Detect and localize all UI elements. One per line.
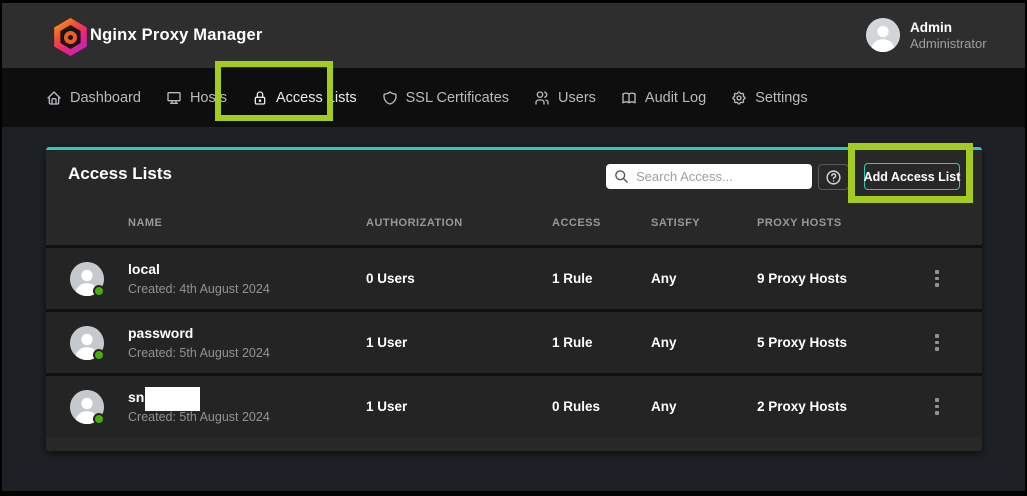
- shield-icon: [382, 90, 398, 106]
- add-access-list-button[interactable]: Add Access List: [864, 163, 960, 190]
- row-menu-kebab-icon[interactable]: [927, 266, 947, 291]
- nav-item-access-lists[interactable]: Access Lists: [252, 90, 357, 106]
- table-row[interactable]: local Created: 4th August 2024 0 Users 1…: [46, 245, 982, 309]
- access-list-created: Created: 5th August 2024: [128, 409, 270, 426]
- status-online-dot: [93, 413, 105, 425]
- column-header-proxy-hosts: PROXY HOSTS: [757, 217, 917, 229]
- column-header-access: ACCESS: [552, 217, 651, 229]
- nav-item-label: Dashboard: [70, 90, 141, 106]
- authorization-value: 1 User: [366, 399, 552, 414]
- nav-item-label: Audit Log: [645, 90, 706, 106]
- nav-item-settings[interactable]: Settings: [731, 90, 807, 106]
- app-title: Nginx Proxy Manager: [90, 3, 263, 68]
- authorization-value: 0 Users: [366, 271, 552, 286]
- nav-item-dashboard[interactable]: Dashboard: [46, 90, 141, 106]
- proxy-hosts-value: 5 Proxy Hosts: [757, 335, 917, 350]
- satisfy-value: Any: [651, 335, 757, 350]
- nav-item-audit-log[interactable]: Audit Log: [621, 90, 706, 106]
- access-value: 1 Rule: [552, 335, 651, 350]
- access-list-name: local: [128, 260, 270, 278]
- app-header: Nginx Proxy Manager Admin Administrator: [2, 3, 1025, 68]
- proxy-hosts-value: 9 Proxy Hosts: [757, 271, 917, 286]
- user-menu[interactable]: Admin Administrator: [866, 18, 987, 52]
- panel-header: Access Lists Add Access List: [46, 150, 982, 200]
- access-list-name: password: [128, 324, 270, 342]
- column-header-authorization: AUTHORIZATION: [366, 217, 552, 229]
- nav-item-label: Hosts: [190, 90, 227, 106]
- access-list-created: Created: 4th August 2024: [128, 281, 270, 298]
- nav-item-label: Access Lists: [276, 90, 357, 106]
- status-online-dot: [93, 285, 105, 297]
- page-title: Access Lists: [68, 164, 172, 184]
- home-icon: [46, 90, 62, 106]
- satisfy-value: Any: [651, 399, 757, 414]
- authorization-value: 1 User: [366, 335, 552, 350]
- search-box: [606, 164, 812, 189]
- row-menu-kebab-icon[interactable]: [927, 330, 947, 355]
- table-header: NAME AUTHORIZATION ACCESS SATISFY PROXY …: [46, 200, 982, 245]
- nav-item-label: Settings: [755, 90, 807, 106]
- table-row[interactable]: sn Created: 5th August 2024 1 User 0 Rul…: [46, 373, 982, 437]
- nav-item-label: Users: [558, 90, 596, 106]
- user-name: Admin: [910, 19, 987, 36]
- monitor-icon: [166, 90, 182, 106]
- help-icon: [825, 169, 842, 186]
- nginx-proxy-manager-logo-icon: [52, 18, 89, 56]
- screenshot-canvas: Nginx Proxy Manager Admin Administrator …: [0, 0, 1027, 496]
- satisfy-value: Any: [651, 271, 757, 286]
- user-avatar: [866, 18, 900, 52]
- column-header-name: NAME: [70, 217, 366, 229]
- row-menu-kebab-icon[interactable]: [927, 394, 947, 419]
- access-list-created: Created: 5th August 2024: [128, 345, 270, 362]
- access-value: 1 Rule: [552, 271, 651, 286]
- redaction-box: [145, 387, 200, 411]
- book-icon: [621, 90, 637, 106]
- users-icon: [534, 90, 550, 106]
- nav-item-hosts[interactable]: Hosts: [166, 90, 227, 106]
- help-button[interactable]: [818, 164, 849, 190]
- search-icon: [614, 169, 629, 184]
- user-role: Administrator: [910, 36, 987, 52]
- column-header-satisfy: SATISFY: [651, 217, 757, 229]
- access-list-name: sn: [128, 388, 144, 406]
- access-value: 0 Rules: [552, 399, 651, 414]
- nav-item-label: SSL Certificates: [406, 90, 509, 106]
- table-row[interactable]: password Created: 5th August 2024 1 User…: [46, 309, 982, 373]
- gear-icon: [731, 90, 747, 106]
- nav-item-users[interactable]: Users: [534, 90, 596, 106]
- lock-icon: [252, 90, 268, 106]
- status-online-dot: [93, 349, 105, 361]
- proxy-hosts-value: 2 Proxy Hosts: [757, 399, 917, 414]
- access-lists-panel: Access Lists Add Access List NAME AUTHOR…: [46, 147, 982, 451]
- main-nav: Dashboard Hosts Access Lists SSL Certifi…: [2, 68, 1025, 127]
- search-input[interactable]: [636, 169, 804, 184]
- nav-item-ssl-certificates[interactable]: SSL Certificates: [382, 90, 509, 106]
